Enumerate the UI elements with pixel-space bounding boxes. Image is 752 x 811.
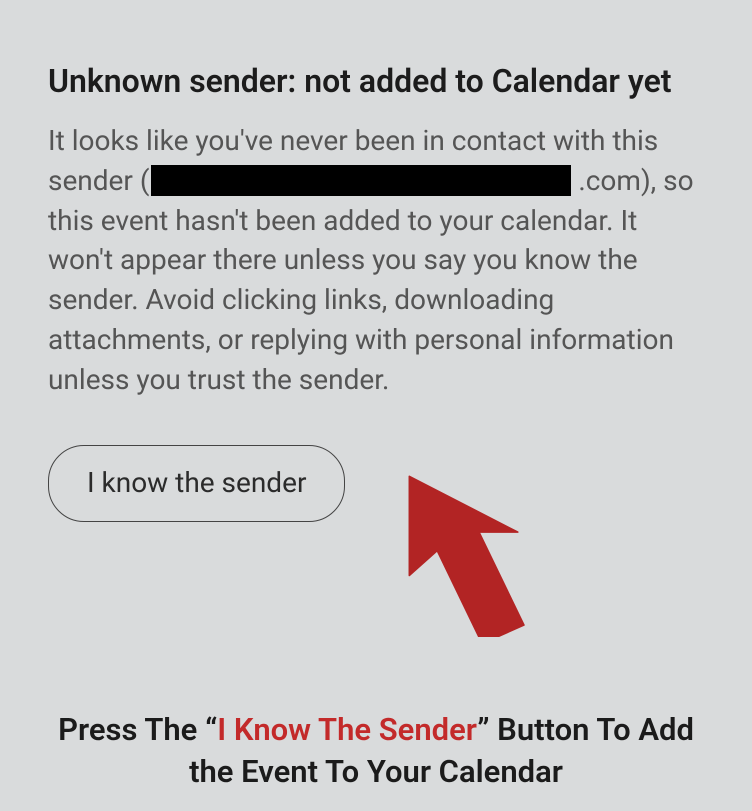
i-know-the-sender-button[interactable]: I know the sender: [48, 445, 345, 522]
instruction-caption: Press The “I Know The Sender” Button To …: [0, 709, 752, 793]
redacted-sender-email: [151, 165, 571, 196]
body-text-post: .com), so this event hasn't been added t…: [48, 164, 694, 396]
annotation-cursor-arrow-icon: [400, 467, 540, 641]
caption-pre: Press The “: [58, 711, 217, 748]
caption-highlight: I Know The Sender: [217, 711, 477, 748]
warning-heading: Unknown sender: not added to Calendar ye…: [48, 60, 704, 103]
warning-body: It looks like you've never been in conta…: [48, 121, 704, 399]
